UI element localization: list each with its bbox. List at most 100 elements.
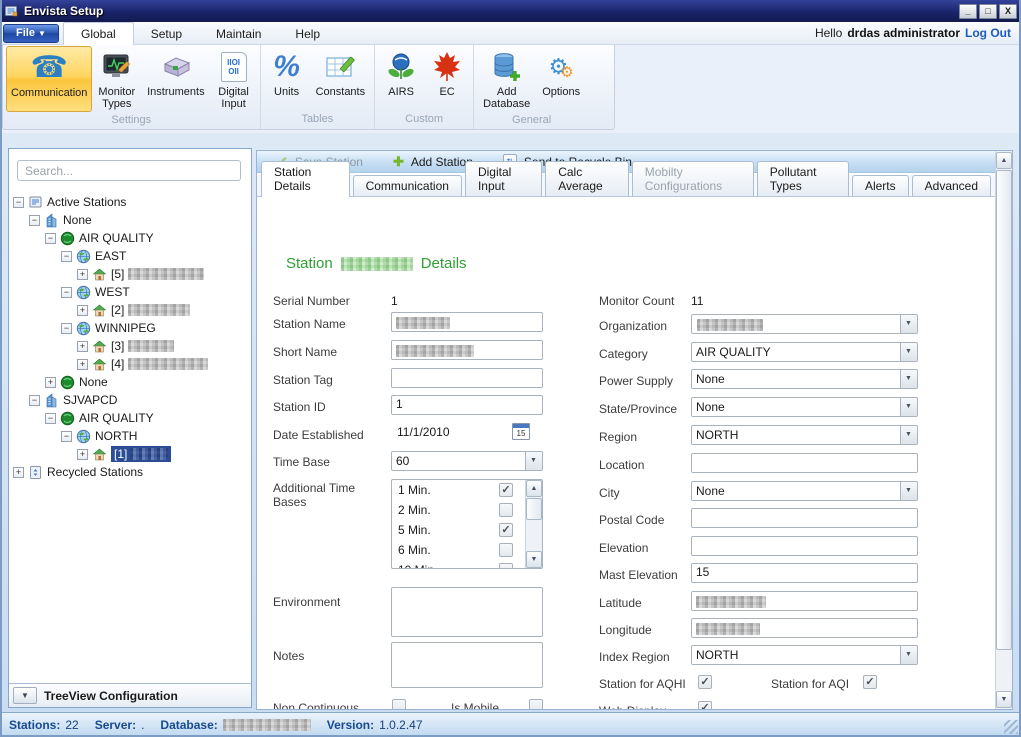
expander-collapse-icon[interactable] xyxy=(45,233,56,244)
short-name-field[interactable] xyxy=(391,340,543,360)
expander-expand-icon[interactable] xyxy=(77,269,88,280)
checkbox[interactable] xyxy=(499,563,513,569)
checkbox[interactable] xyxy=(499,503,513,517)
tree-node-west[interactable]: WEST xyxy=(11,283,249,301)
mast-elevation-field[interactable]: 15 xyxy=(691,563,918,583)
expander-collapse-icon[interactable] xyxy=(13,197,24,208)
tab-alerts[interactable]: Alerts xyxy=(852,175,909,196)
tab-calc-average[interactable]: Calc Average xyxy=(545,161,629,196)
list-item[interactable]: 2 Min. xyxy=(392,500,542,520)
scroll-thumb[interactable] xyxy=(526,498,542,520)
close-button[interactable]: X xyxy=(999,4,1017,19)
tree-node-none-2[interactable]: None xyxy=(11,373,249,391)
tree-node-east[interactable]: EAST xyxy=(11,247,249,265)
ec-button[interactable]: EC xyxy=(424,46,470,111)
tab-digital-input[interactable]: Digital Input xyxy=(465,161,542,196)
chevron-down-icon[interactable] xyxy=(900,343,917,361)
scroll-down-icon[interactable]: ▼ xyxy=(996,691,1012,708)
station-id-field[interactable]: 1 xyxy=(391,395,543,415)
chevron-down-icon[interactable] xyxy=(900,482,917,500)
chevron-down-icon[interactable] xyxy=(900,315,917,333)
options-button[interactable]: ⚙⚙ Options xyxy=(536,46,586,112)
expander-expand-icon[interactable] xyxy=(77,341,88,352)
expander-collapse-icon[interactable] xyxy=(61,431,72,442)
chevron-down-icon[interactable]: ▼ xyxy=(13,687,37,704)
tree-node-sjvapcd[interactable]: SJVAPCD xyxy=(11,391,249,409)
non-continuous-checkbox[interactable] xyxy=(392,699,406,710)
scroll-down-icon[interactable]: ▼ xyxy=(526,551,542,568)
tree-node-air-quality-2[interactable]: AIR QUALITY xyxy=(11,409,249,427)
list-scrollbar[interactable]: ▲ ▼ xyxy=(525,480,542,568)
chevron-down-icon[interactable] xyxy=(900,646,917,664)
longitude-field[interactable] xyxy=(691,618,918,638)
instruments-button[interactable]: Instruments xyxy=(141,46,210,112)
notes-field[interactable] xyxy=(391,642,543,688)
tab-station-details[interactable]: Station Details xyxy=(261,161,350,197)
tab-mobility-configurations[interactable]: Mobilty Configurations xyxy=(632,161,754,196)
category-dropdown[interactable]: AIR QUALITY xyxy=(691,342,918,362)
tree-node-recycled-stations[interactable]: Recycled Stations xyxy=(11,463,249,481)
city-dropdown[interactable]: None xyxy=(691,481,918,501)
time-base-dropdown[interactable]: 60 xyxy=(391,451,543,471)
list-item[interactable]: 5 Min.✓ xyxy=(392,520,542,540)
vertical-scrollbar[interactable]: ▲ ▼ xyxy=(995,151,1012,709)
chevron-down-icon[interactable] xyxy=(525,452,542,470)
chevron-down-icon[interactable] xyxy=(900,426,917,444)
tab-pollutant-types[interactable]: Pollutant Types xyxy=(757,161,849,196)
calendar-icon[interactable]: 15 xyxy=(512,423,530,440)
chevron-down-icon[interactable] xyxy=(900,370,917,388)
expander-collapse-icon[interactable] xyxy=(61,323,72,334)
treeview-configuration-bar[interactable]: ▼ TreeView Configuration xyxy=(9,683,251,707)
checkbox[interactable]: ✓ xyxy=(499,523,513,537)
ribbon-tab-maintain[interactable]: Maintain xyxy=(199,23,278,44)
expander-collapse-icon[interactable] xyxy=(61,287,72,298)
tree-node-winnipeg[interactable]: WINNIPEG xyxy=(11,319,249,337)
list-item[interactable]: 10 Min. xyxy=(392,560,542,569)
ribbon-tab-help[interactable]: Help xyxy=(278,23,337,44)
expander-expand-icon[interactable] xyxy=(77,305,88,316)
constants-button[interactable]: Constants xyxy=(310,46,372,111)
tree-node-active-stations[interactable]: Active Stations xyxy=(11,193,249,211)
latitude-field[interactable] xyxy=(691,591,918,611)
logout-link[interactable]: Log Out xyxy=(965,26,1011,40)
tree-node-station-2[interactable]: [2] xyxy=(11,301,249,319)
scroll-up-icon[interactable]: ▲ xyxy=(526,480,542,497)
tree-node-station-5[interactable]: [5] xyxy=(11,265,249,283)
station-tag-field[interactable] xyxy=(391,368,543,388)
tree-node-station-1-selected[interactable]: [1] xyxy=(11,445,249,463)
expander-expand-icon[interactable] xyxy=(77,359,88,370)
location-field[interactable] xyxy=(691,453,918,473)
checkbox[interactable]: ✓ xyxy=(499,483,513,497)
maximize-button[interactable]: □ xyxy=(979,4,997,19)
communication-button[interactable]: ☎ Communication xyxy=(6,46,92,112)
tree-node-station-3[interactable]: [3] xyxy=(11,337,249,355)
expander-collapse-icon[interactable] xyxy=(45,413,56,424)
tree-node-none-1[interactable]: None xyxy=(11,211,249,229)
digital-input-button[interactable]: IIOI OII Digital Input xyxy=(211,46,257,112)
scroll-up-icon[interactable]: ▲ xyxy=(996,152,1012,169)
units-button[interactable]: % Units xyxy=(264,46,310,111)
expander-expand-icon[interactable] xyxy=(77,449,88,460)
environment-field[interactable] xyxy=(391,587,543,637)
search-input[interactable] xyxy=(17,160,241,181)
chevron-down-icon[interactable] xyxy=(900,398,917,416)
postal-code-field[interactable] xyxy=(691,508,918,528)
tree-node-air-quality-1[interactable]: AIR QUALITY xyxy=(11,229,249,247)
expander-collapse-icon[interactable] xyxy=(29,395,40,406)
state-province-dropdown[interactable]: None xyxy=(691,397,918,417)
checkbox[interactable] xyxy=(499,543,513,557)
ribbon-tab-global[interactable]: Global xyxy=(63,22,134,45)
list-item[interactable]: 1 Min.✓ xyxy=(392,480,542,500)
region-dropdown[interactable]: NORTH xyxy=(691,425,918,445)
tree-node-station-4[interactable]: [4] xyxy=(11,355,249,373)
index-region-dropdown[interactable]: NORTH xyxy=(691,645,918,665)
tree-node-north[interactable]: NORTH xyxy=(11,427,249,445)
expander-expand-icon[interactable] xyxy=(45,377,56,388)
power-supply-dropdown[interactable]: None xyxy=(691,369,918,389)
additional-time-bases-list[interactable]: 1 Min.✓ 2 Min. 5 Min.✓ 6 Min. 10 Min. ▲ … xyxy=(391,479,543,569)
monitor-types-button[interactable]: Monitor Types xyxy=(92,46,141,112)
expander-collapse-icon[interactable] xyxy=(61,251,72,262)
minimize-button[interactable]: _ xyxy=(959,4,977,19)
tab-communication[interactable]: Communication xyxy=(353,175,462,196)
resize-grip[interactable] xyxy=(1004,720,1018,734)
